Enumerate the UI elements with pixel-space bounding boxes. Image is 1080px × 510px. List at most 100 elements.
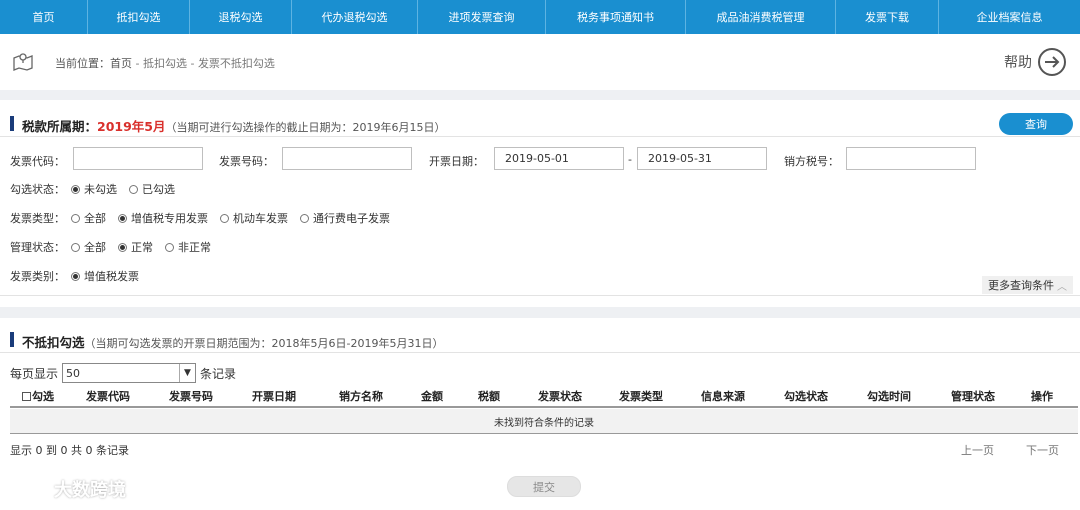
checkbox-icon[interactable] xyxy=(22,392,31,401)
divider xyxy=(0,295,1080,296)
tax-period-label: 税款所属期： xyxy=(22,119,98,134)
check-status-unchecked[interactable]: 未勾选 xyxy=(71,181,117,197)
breadcrumb-sep: - xyxy=(186,57,198,70)
deadline-note: （当期可进行勾选操作的截止日期为：2019年6月15日） xyxy=(165,121,446,134)
divider xyxy=(0,352,1080,353)
check-status-checked[interactable]: 已勾选 xyxy=(129,181,175,197)
invoice-type-toll-electronic[interactable]: 通行费电子发票 xyxy=(300,210,390,226)
tax-period-value: 2019年5月 xyxy=(97,119,166,134)
invoice-type-all[interactable]: 全部 xyxy=(71,210,106,226)
top-nav: 首页 抵扣勾选 退税勾选 代办退税勾选 进项发票查询 税务事项通知书 成品油消费… xyxy=(0,0,1080,34)
radio-icon xyxy=(71,184,80,194)
manage-status-abnormal[interactable]: 非正常 xyxy=(165,239,211,255)
radio-icon xyxy=(165,242,174,252)
nav-item-invoice-download[interactable]: 发票下载 xyxy=(836,0,939,34)
issue-date-label: 开票日期： xyxy=(429,155,484,168)
breadcrumb-bar: 当前位置：首页 - 抵扣勾选 - 发票不抵扣勾选 帮助 xyxy=(0,34,1080,90)
col-invoice-code: 发票代码 xyxy=(86,390,130,403)
col-issue-date: 开票日期 xyxy=(252,390,296,403)
invoice-type-group: 发票类型： 全部 增值税专用发票 机动车发票 通行费电子发票 xyxy=(10,210,402,226)
chevron-up-icon: ︿ xyxy=(1057,281,1067,293)
range-note: （当期可勾选发票的开票日期范围为：2018年5月6日-2019年5月31日） xyxy=(84,337,444,350)
help-label: 帮助 xyxy=(1004,55,1032,71)
invoice-category-group: 发票类别： 增值税发票 xyxy=(10,268,151,284)
query-panel: 税款所属期：2019年5月（当期可进行勾选操作的截止日期为：2019年6月15日… xyxy=(0,100,1080,307)
manage-status-group: 管理状态： 全部 正常 非正常 xyxy=(10,239,223,255)
col-check-status: 勾选状态 xyxy=(784,390,828,403)
query-button[interactable]: 查询 xyxy=(999,113,1073,135)
breadcrumb-prefix: 当前位置： xyxy=(55,57,110,70)
option-label: 全部 xyxy=(84,212,106,225)
invoice-number-input[interactable] xyxy=(282,147,412,170)
results-title: 不抵扣勾选 xyxy=(22,335,85,350)
nav-item-oil-excise[interactable]: 成品油消费税管理 xyxy=(686,0,836,34)
col-manage-status: 管理状态 xyxy=(951,390,995,403)
date-separator: - xyxy=(628,153,632,166)
location-map-icon xyxy=(13,53,33,71)
invoice-code-label: 发票代码： xyxy=(10,155,65,168)
option-label: 非正常 xyxy=(178,241,211,254)
col-check-time: 勾选时间 xyxy=(867,390,911,403)
col-info-source: 信息来源 xyxy=(701,390,745,403)
page-size-select[interactable]: 50 ▼ xyxy=(62,363,197,383)
breadcrumb-deduction[interactable]: 抵扣勾选 xyxy=(143,57,187,70)
nav-item-tax-notice[interactable]: 税务事项通知书 xyxy=(546,0,686,34)
radio-icon xyxy=(220,213,229,223)
nav-item-refund-check[interactable]: 退税勾选 xyxy=(190,0,292,34)
col-check[interactable]: 勾选 xyxy=(10,388,66,404)
invoice-category-vat[interactable]: 增值税发票 xyxy=(71,268,139,284)
radio-icon xyxy=(71,242,80,252)
invoice-type-vehicle[interactable]: 机动车发票 xyxy=(220,210,288,226)
radio-icon xyxy=(300,213,309,223)
watermark-logo-icon xyxy=(10,480,45,497)
more-conditions-label: 更多查询条件 xyxy=(988,279,1054,292)
invoice-number-label: 发票号码： xyxy=(219,155,274,168)
nav-item-deduction-check[interactable]: 抵扣勾选 xyxy=(88,0,190,34)
nav-item-company-profile[interactable]: 企业档案信息 xyxy=(939,0,1080,34)
invoice-category-label: 发票类别： xyxy=(10,270,65,283)
radio-icon xyxy=(71,271,80,281)
record-count-info: 显示 0 到 0 共 0 条记录 xyxy=(10,444,129,457)
seller-tax-id-input[interactable] xyxy=(846,147,976,170)
invoice-code-input[interactable] xyxy=(73,147,203,170)
help-button[interactable]: 帮助 xyxy=(1004,48,1066,76)
col-invoice-number: 发票号码 xyxy=(169,390,213,403)
check-status-group: 勾选状态： 未勾选 已勾选 xyxy=(10,181,187,197)
nav-item-agent-refund-check[interactable]: 代办退税勾选 xyxy=(292,0,418,34)
chevron-down-icon: ▼ xyxy=(179,364,195,382)
page-size-value: 50 xyxy=(66,366,81,380)
issue-date-to-input[interactable]: 2019-05-31 xyxy=(637,147,767,170)
prev-page-link[interactable]: 上一页 xyxy=(961,442,994,458)
results-heading: 不抵扣勾选（当期可勾选发票的开票日期范围为：2018年5月6日-2019年5月3… xyxy=(22,332,443,351)
more-conditions-toggle[interactable]: 更多查询条件 ︿ xyxy=(982,276,1073,294)
next-page-link[interactable]: 下一页 xyxy=(1026,442,1059,458)
watermark-text: 大数跨境 xyxy=(54,480,126,501)
nav-item-home[interactable]: 首页 xyxy=(0,0,88,34)
invoice-type-vat-special[interactable]: 增值税专用发票 xyxy=(118,210,208,226)
nav-item-input-invoice-query[interactable]: 进项发票查询 xyxy=(418,0,546,34)
check-status-label: 勾选状态： xyxy=(10,183,65,196)
breadcrumb-sep: - xyxy=(132,57,143,70)
radio-icon xyxy=(129,184,138,194)
col-invoice-type: 发票类型 xyxy=(619,390,663,403)
option-label: 机动车发票 xyxy=(233,212,288,225)
arrow-right-circle-icon xyxy=(1038,48,1066,76)
issue-date-from-input[interactable]: 2019-05-01 xyxy=(494,147,624,170)
breadcrumb-home[interactable]: 首页 xyxy=(110,57,132,70)
option-label: 全部 xyxy=(84,241,106,254)
results-panel: 不抵扣勾选（当期可勾选发票的开票日期范围为：2018年5月6日-2019年5月3… xyxy=(0,318,1080,510)
col-amount: 金额 xyxy=(421,390,443,403)
divider xyxy=(0,136,1080,137)
page-size-suffix: 条记录 xyxy=(200,366,237,381)
manage-status-label: 管理状态： xyxy=(10,241,65,254)
option-label: 正常 xyxy=(131,241,153,254)
radio-icon xyxy=(118,242,127,252)
col-operation: 操作 xyxy=(1031,390,1053,403)
section-marker xyxy=(10,332,14,347)
col-check-label: 勾选 xyxy=(32,390,54,403)
manage-status-normal[interactable]: 正常 xyxy=(118,239,153,255)
manage-status-all[interactable]: 全部 xyxy=(71,239,106,255)
page-size-control: 每页显示 50 ▼ 条记录 xyxy=(10,363,236,383)
submit-button[interactable]: 提交 xyxy=(507,476,581,497)
breadcrumb-current: 发票不抵扣勾选 xyxy=(197,57,275,70)
